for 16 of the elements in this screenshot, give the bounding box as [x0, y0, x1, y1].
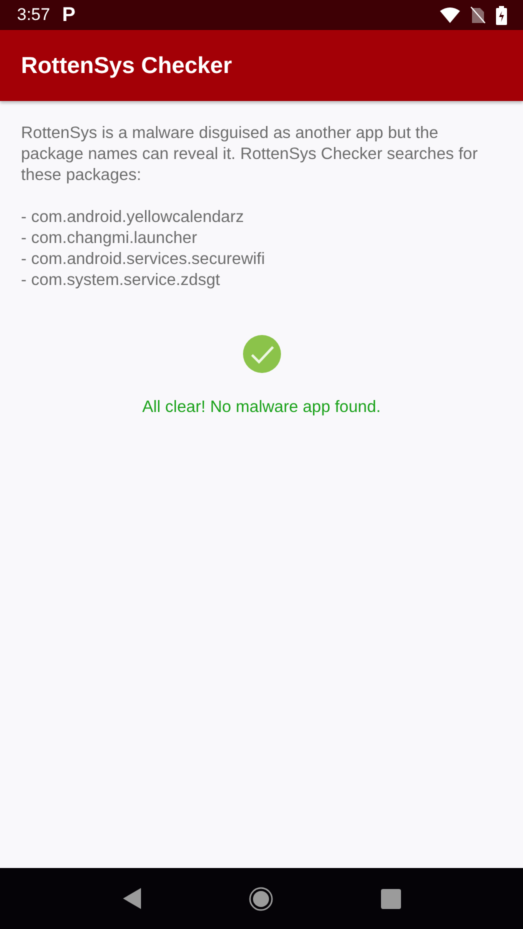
battery-icon — [496, 6, 507, 24]
notification-icon: P — [62, 4, 76, 26]
app-title: RottenSys Checker — [21, 52, 232, 79]
home-icon — [248, 886, 272, 910]
package-name: - com.android.yellowcalendarz — [21, 207, 245, 228]
back-icon — [122, 888, 140, 909]
no-sim-icon — [470, 6, 486, 24]
package-name: - com.system.service.zdsgt — [21, 270, 221, 291]
wifi-icon — [440, 7, 460, 23]
description-text: RottenSys is a malware disguised as another app but the package names can reveal it. RottenSys Checker searches for these packages: — [21, 123, 479, 186]
status-time: 3:57 — [17, 5, 50, 25]
result-message: All clear! No malware app found. — [142, 397, 381, 418]
package-name: - com.changmi.launcher — [21, 228, 198, 249]
package-name: - com.android.services.securewifi — [21, 249, 266, 270]
check-icon — [242, 335, 280, 373]
recents-icon — [380, 888, 400, 908]
